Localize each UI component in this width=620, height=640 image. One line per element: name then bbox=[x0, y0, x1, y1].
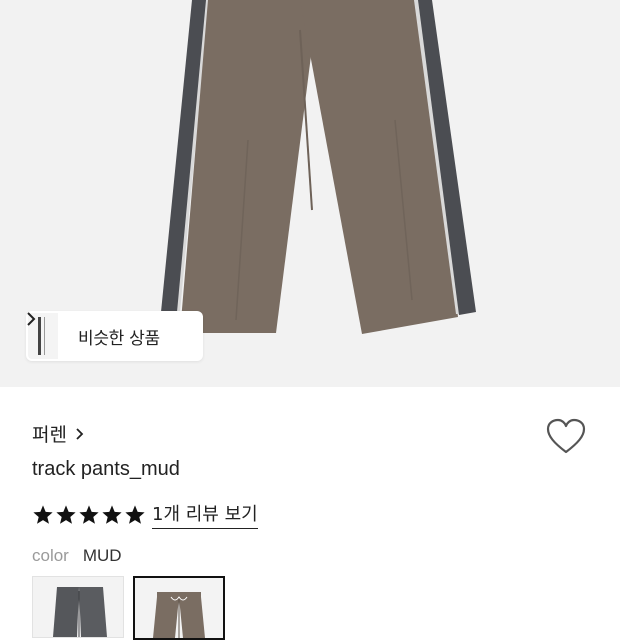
color-row: color MUD bbox=[32, 546, 122, 566]
color-label: color bbox=[32, 546, 69, 565]
color-swatch-mud[interactable] bbox=[133, 576, 225, 640]
rating-row: 1개 리뷰 보기 bbox=[32, 500, 258, 529]
rating-stars bbox=[32, 504, 146, 526]
star-icon bbox=[79, 504, 99, 524]
product-hero-image: 비슷한 상품 bbox=[0, 0, 620, 387]
review-link[interactable]: 1개 리뷰 보기 bbox=[152, 500, 258, 529]
brand-name: 퍼렌 bbox=[32, 424, 67, 446]
star-icon bbox=[56, 504, 76, 524]
color-swatch-gray[interactable] bbox=[32, 576, 124, 638]
similar-products-label: 비슷한 상품 bbox=[78, 328, 160, 349]
brand-link[interactable]: 퍼렌 bbox=[32, 420, 84, 447]
similar-products-button[interactable]: 비슷한 상품 bbox=[26, 311, 203, 361]
star-icon bbox=[33, 504, 53, 524]
chevron-right-icon bbox=[75, 427, 84, 441]
heart-icon[interactable] bbox=[546, 418, 586, 456]
product-title: track pants_mud bbox=[32, 458, 180, 480]
color-value: MUD bbox=[82, 546, 122, 565]
star-icon bbox=[125, 504, 145, 524]
star-icon bbox=[102, 504, 122, 524]
